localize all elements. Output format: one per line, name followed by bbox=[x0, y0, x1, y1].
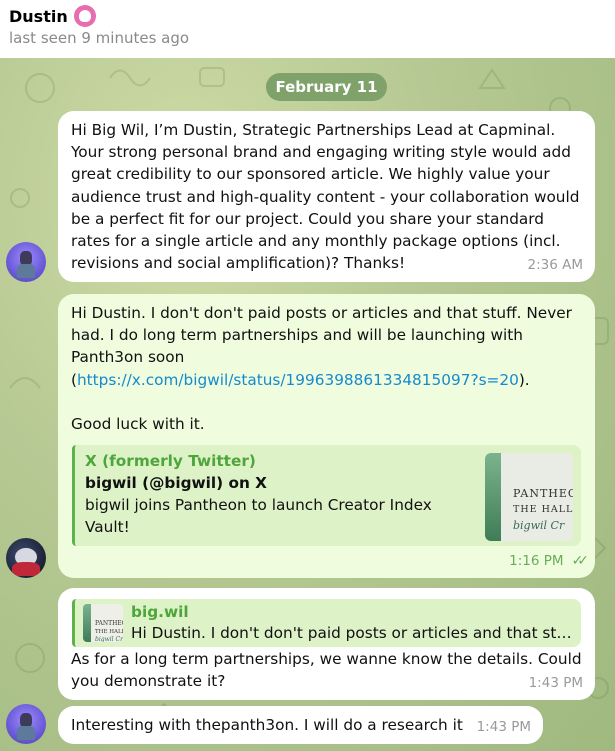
message-time: 1:43 PM bbox=[528, 674, 583, 691]
preview-description: bigwil joins Pantheon to launch Creator … bbox=[85, 496, 432, 536]
reply-snippet: Hi Dustin. I don't don't paid posts or a… bbox=[131, 624, 573, 642]
reply-thumbnail: PANTHEC THE HALL bigwil Cr bbox=[83, 604, 123, 642]
message-bubble-incoming[interactable]: Hi Big Wil, I’m Dustin, Strategic Partne… bbox=[58, 111, 595, 282]
message-text: As for a long term partnerships, we wann… bbox=[71, 650, 587, 691]
chat-header[interactable]: Dustin last seen 9 minutes ago bbox=[0, 0, 615, 58]
message-time: 1:16 PM bbox=[509, 552, 564, 569]
message-time-row: 1:16 PM ✓✓ bbox=[509, 550, 590, 572]
tweet-link[interactable]: https://x.com/bigwil/status/199639886133… bbox=[77, 371, 519, 389]
reply-quote[interactable]: PANTHEC THE HALL bigwil Cr big.wil Hi Du… bbox=[72, 599, 581, 647]
message-bubble-incoming[interactable]: PANTHEC THE HALL bigwil Cr big.wil Hi Du… bbox=[58, 588, 595, 700]
thumbnail-graphic bbox=[485, 453, 501, 541]
reply-thumbnail-text-line3: bigwil Cr bbox=[95, 636, 123, 642]
message-time: 1:43 PM bbox=[476, 718, 531, 735]
avatar-bigwil[interactable] bbox=[6, 538, 46, 578]
contact-name[interactable]: Dustin bbox=[9, 7, 68, 26]
preview-thumbnail[interactable]: PANTHEC THE HALL bigwil Cr bbox=[485, 453, 573, 541]
avatar-dustin[interactable] bbox=[6, 704, 46, 744]
message-bubble-incoming[interactable]: Interesting with thepanth3on. I will do … bbox=[58, 706, 543, 744]
reply-thumbnail-graphic bbox=[83, 604, 91, 642]
message-text: Hi Dustin. I don't don't paid posts or a… bbox=[71, 302, 582, 435]
message-bubble-outgoing[interactable]: Hi Dustin. I don't don't paid posts or a… bbox=[58, 294, 595, 578]
reply-author: big.wil bbox=[131, 603, 189, 621]
avatar-dustin[interactable] bbox=[6, 242, 46, 282]
message-text: Hi Big Wil, I’m Dustin, Strategic Partne… bbox=[71, 121, 585, 273]
last-seen-status: last seen 9 minutes ago bbox=[9, 29, 190, 47]
link-preview-card[interactable]: X (formerly Twitter) bigwil (@bigwil) on… bbox=[72, 445, 581, 546]
date-separator: February 11 bbox=[266, 73, 387, 101]
message-text: Interesting with thepanth3on. I will do … bbox=[71, 716, 463, 734]
chat-area[interactable]: February 11 Hi Big Wil, I’m Dustin, Stra… bbox=[0, 58, 615, 751]
contact-name-row[interactable]: Dustin bbox=[9, 5, 96, 27]
message-time: 2:36 AM bbox=[527, 256, 584, 273]
double-check-read-icon: ✓✓ bbox=[571, 552, 590, 569]
emoji-status-icon bbox=[73, 5, 96, 27]
thumbnail-text-line3: bigwil Cr bbox=[513, 519, 565, 532]
